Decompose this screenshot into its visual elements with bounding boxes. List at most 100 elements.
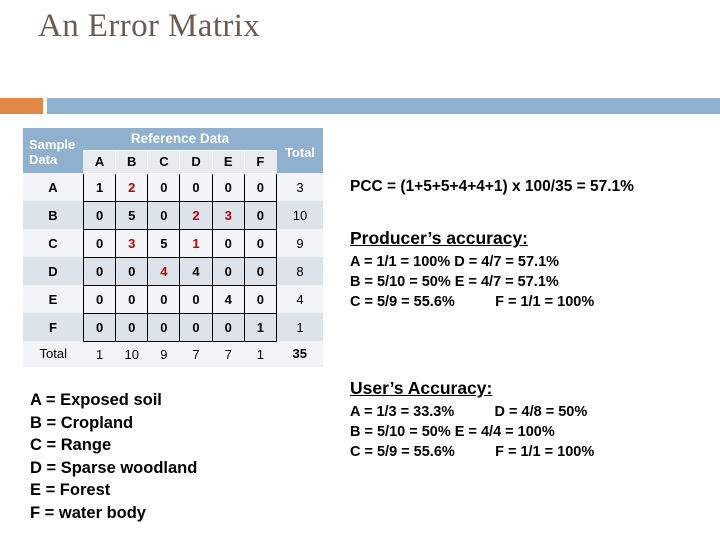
cell-d-b: 0 [115, 256, 149, 286]
cell-f-b: 0 [115, 312, 149, 342]
user-accuracy-row: C = 5/9 = 55.6% F = 1/1 = 100% [350, 444, 595, 460]
row-total-f: 1 [276, 313, 323, 341]
producer-accuracy-row: C = 5/9 = 55.6% F = 1/1 = 100% [350, 294, 595, 310]
cell-b-b: 5 [115, 200, 149, 230]
pcc-formula: PCC = (1+5+5+4+4+1) x 100/35 = 57.1% [350, 178, 634, 195]
cell-e-b: 0 [115, 284, 149, 314]
class-legend: A = Exposed soil B = Cropland C = Range D =… [30, 389, 197, 524]
cell-b-d: 2 [179, 200, 213, 230]
header-reference-data: Reference Data [83, 128, 277, 151]
cell-f-e: 0 [211, 312, 245, 342]
table-row: A1200003 [23, 172, 323, 202]
cell-b-a: 0 [82, 200, 117, 230]
total-row-label: Total [23, 341, 84, 367]
legend-item: F = water body [30, 503, 146, 522]
producer-accuracy-title: Producer’s accuracy: [350, 228, 529, 248]
user-accuracy-rows: A = 1/3 = 33.3% D = 4/8 = 50% B = 5/10 = … [350, 402, 594, 462]
row-total-d: 8 [276, 257, 323, 285]
cell-a-e: 0 [211, 172, 245, 202]
page-title: An Error Matrix [38, 8, 261, 44]
cell-e-f: 0 [243, 284, 278, 314]
table-row: F0000011 [23, 312, 323, 342]
column-header-e: E [211, 149, 245, 174]
column-total-c: 9 [147, 341, 180, 367]
accent-bar-orange [0, 98, 43, 114]
cell-d-d: 4 [179, 256, 213, 286]
matrix-body: A 1 2 0 0 0 0 3 B 0 5 0 2 3 0 10 C 0 3 5 1 0 0 9 D 0 0 4 4 0 0 8 E 0 0 0 0 4 0… [23, 172, 323, 367]
row-total-a: 3 [276, 173, 323, 201]
cell-c-d: 1 [179, 228, 213, 258]
table-row: B 0 5 0 2 3 0 10 [23, 200, 323, 230]
cell-d-f: 0 [243, 256, 278, 286]
producer-accuracy-block: Producer’s accuracy: A = 1/1 = 100% D = … [350, 228, 594, 312]
column-header-f: F [243, 149, 278, 174]
user-accuracy-row: B = 5/10 = 50% E = 4/4 = 100% [350, 424, 555, 440]
column-header-a: A [82, 149, 117, 174]
cell-d-c: 4 [147, 256, 181, 286]
table-row-total: Total 1 10 9 7 7 1 35 [23, 341, 323, 367]
cell-f-f: 1 [243, 312, 278, 342]
legend-item: E = Forest [30, 481, 111, 499]
producer-accuracy-row: B = 5/10 = 50% E = 4/7 = 57.1% [350, 274, 559, 290]
grand-total: 35 [276, 341, 323, 367]
column-header-c: C [147, 149, 181, 174]
column-total-b: 10 [115, 341, 148, 367]
legend-item: A = Exposed soil [30, 391, 162, 409]
column-header-d: D [179, 149, 213, 174]
matrix-head: Sample Data Reference Data Total A B C D… [23, 128, 323, 174]
cell-c-e: 0 [211, 228, 245, 258]
cell-c-a: 0 [82, 228, 117, 258]
row-total-b: 10 [276, 201, 323, 229]
cell-d-a: 0 [82, 256, 117, 286]
row-total-c: 9 [276, 229, 323, 257]
column-total-a: 1 [83, 341, 116, 367]
cell-b-f: 0 [243, 200, 278, 230]
cell-f-d: 0 [179, 312, 213, 342]
cell-a-d: 0 [179, 172, 213, 202]
user-accuracy-title: User’s Accuracy: [350, 378, 493, 398]
cell-f-c: 0 [147, 312, 181, 342]
legend-item: D = Sparse woodland [30, 458, 198, 477]
header-sample-data: Sample Data [23, 128, 84, 173]
row-total-e: 4 [276, 285, 323, 313]
cell-e-e: 4 [211, 284, 245, 314]
cell-f-a: 0 [82, 312, 117, 342]
column-total-f: 1 [244, 341, 277, 367]
row-label-e: E [23, 285, 84, 313]
cell-a-f: 0 [243, 172, 278, 202]
column-total-e: 7 [212, 341, 245, 367]
column-total-d: 7 [179, 341, 213, 367]
cell-c-b: 3 [115, 228, 149, 258]
header-total: Total [276, 128, 323, 173]
legend-item: B = Cropland [30, 413, 134, 432]
cell-b-c: 0 [147, 200, 181, 230]
cell-d-e: 0 [211, 256, 245, 286]
cell-c-c: 5 [147, 228, 181, 258]
producer-accuracy-row: A = 1/1 = 100% D = 4/7 = 57.1% [350, 254, 560, 270]
cell-e-d: 0 [179, 284, 213, 314]
column-header-b: B [115, 149, 149, 174]
cell-c-f: 0 [243, 228, 278, 258]
user-accuracy-row: A = 1/3 = 33.3% D = 4/8 = 50% [350, 404, 588, 420]
row-label-a: A [23, 173, 84, 201]
table-row: D0044008 [23, 256, 323, 286]
cell-e-c: 0 [147, 284, 181, 314]
matrix-header-row-top: Sample Data Reference Data Total [23, 128, 323, 173]
cell-a-a: 1 [82, 172, 117, 202]
table-row: E0000404 [23, 284, 323, 314]
error-matrix-table: Sample Data Reference Data Total A B C D… [23, 128, 323, 367]
user-accuracy-block: User’s Accuracy: A = 1/3 = 33.3% D = 4/8… [350, 378, 594, 462]
cell-b-e: 3 [211, 200, 245, 230]
accent-bar-blue [47, 98, 720, 114]
row-label-d: D [23, 257, 84, 285]
cell-a-b: 2 [115, 172, 149, 202]
legend-item: C = Range [30, 436, 112, 454]
cell-a-c: 0 [147, 172, 181, 202]
cell-e-a: 0 [82, 284, 117, 314]
matrix-table: Sample Data Reference Data Total A B C D… [23, 128, 323, 367]
producer-accuracy-rows: A = 1/1 = 100% D = 4/7 = 57.1% B = 5/10 =… [350, 252, 594, 312]
row-label-c: C [23, 229, 84, 257]
table-row: C0351009 [23, 228, 323, 258]
row-label-b: B [23, 201, 84, 229]
row-label-f: F [23, 313, 84, 341]
